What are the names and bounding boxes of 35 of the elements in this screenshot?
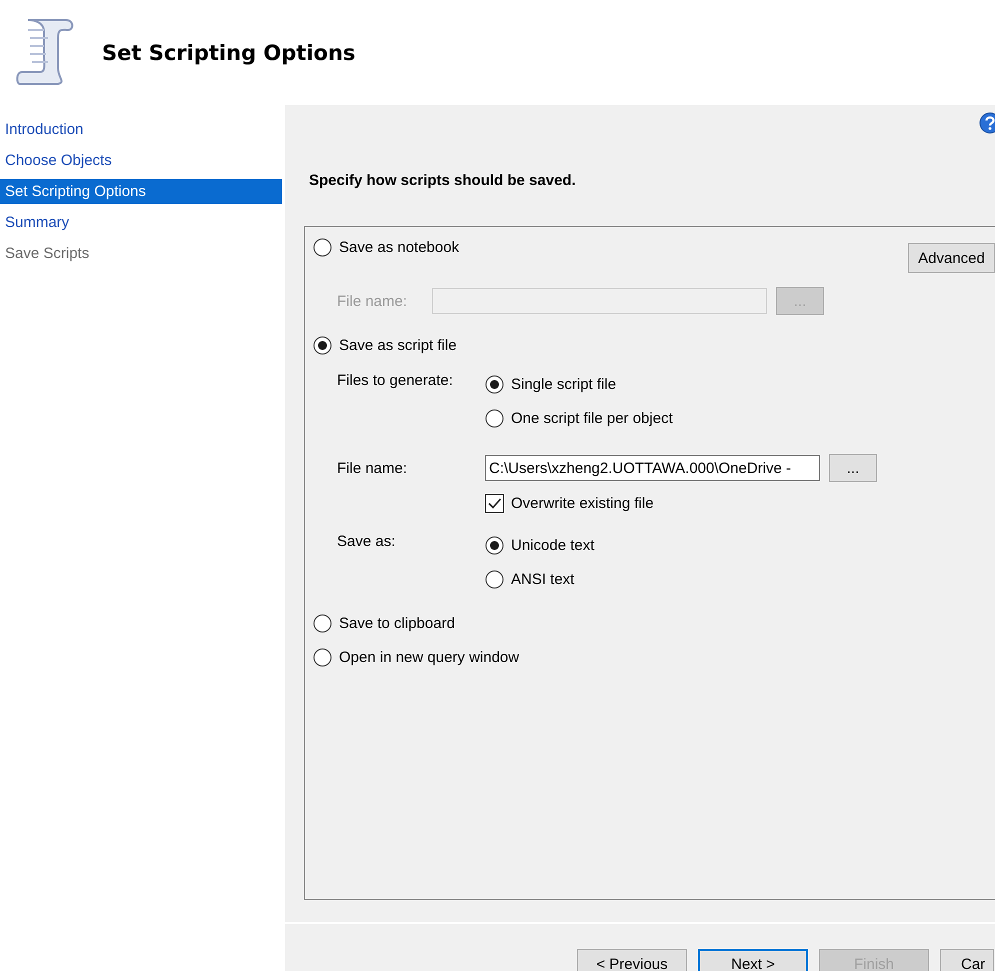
radio-button[interactable] [485,408,504,428]
radio-label: One script file per object [511,410,673,426]
radio-label: Unicode text [511,536,594,554]
sidebar-item[interactable]: Introduction [0,117,282,142]
page-title: Set Scripting Options [102,40,356,64]
checkbox-label: Overwrite existing file [511,494,654,512]
advanced-button[interactable]: Advanced [908,243,995,273]
sidebar-item[interactable]: Summary [0,210,282,235]
field-label: Save as: [337,533,396,550]
field-label: File name: [337,460,408,476]
checkbox[interactable] [485,494,504,512]
radio-button[interactable] [313,238,332,256]
radio-label: Save as notebook [339,238,460,256]
field-label: File name: [337,292,408,310]
radio-label: Single script file [511,376,616,392]
radio-label: Save as script file [339,336,457,354]
browse-button[interactable]: ... [829,454,877,482]
wizard-button[interactable]: < Previous [577,949,687,971]
radio-button[interactable] [313,648,332,666]
radio-button[interactable] [485,570,504,588]
radio-button[interactable] [485,374,504,394]
wizard-button[interactable]: Car [940,949,994,971]
radio-button[interactable] [313,336,332,354]
help-icon[interactable] [979,112,995,134]
wizard-button[interactable]: Next > [698,949,808,971]
instruction-text: Specify how scripts should be saved. [309,172,577,189]
sidebar-item[interactable]: Set Scripting Options [0,179,282,204]
radio-button[interactable] [485,536,504,554]
radio-label: Save to clipboard [339,614,455,632]
field-label: Files to generate: [337,372,454,389]
radio-label: Open in new query window [339,648,520,666]
radio-label: ANSI text [511,570,574,588]
radio-button[interactable] [313,614,332,632]
sidebar-item[interactable]: Choose Objects [0,148,282,173]
file-name-field[interactable]: C:\Users\xzheng2.UOTTAWA.000\OneDrive - [485,455,820,481]
